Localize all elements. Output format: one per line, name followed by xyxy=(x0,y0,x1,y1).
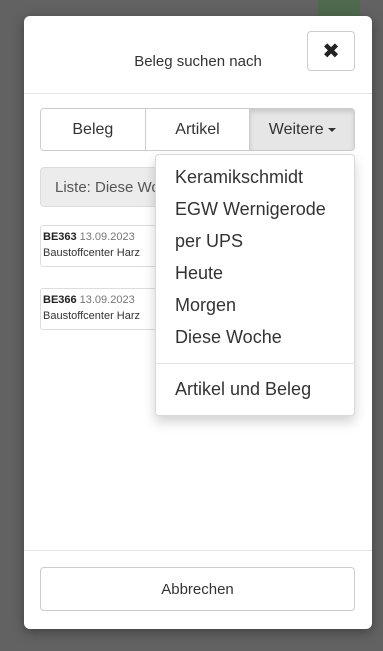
tab-artikel[interactable]: Artikel xyxy=(144,109,250,150)
tab-weitere-dropdown[interactable]: Weitere xyxy=(249,109,354,150)
modal-header: Beleg suchen nach ✖ xyxy=(24,16,372,94)
menu-item-per-ups[interactable]: per UPS xyxy=(156,225,354,257)
document-id: BE366 xyxy=(43,294,77,306)
menu-divider xyxy=(156,363,354,364)
tab-label: Artikel xyxy=(175,120,220,138)
menu-item-morgen[interactable]: Morgen xyxy=(156,289,354,321)
menu-item-keramikschmidt[interactable]: Keramikschmidt xyxy=(156,161,354,193)
close-icon: ✖ xyxy=(322,39,340,63)
tab-label: Beleg xyxy=(72,120,114,138)
cancel-label: Abbrechen xyxy=(161,580,234,598)
menu-item-egw-wernigerode[interactable]: EGW Wernigerode xyxy=(156,193,354,225)
tab-beleg[interactable]: Beleg xyxy=(41,109,145,150)
menu-item-heute[interactable]: Heute xyxy=(156,257,354,289)
cancel-button[interactable]: Abbrechen xyxy=(40,567,355,611)
background-strip xyxy=(318,0,360,16)
modal-footer: Abbrechen xyxy=(24,550,372,629)
chevron-down-icon xyxy=(327,127,336,132)
document-id: BE363 xyxy=(43,231,77,243)
menu-item-artikel-und-beleg[interactable]: Artikel und Beleg xyxy=(156,373,354,405)
document-date: 13.09.2023 xyxy=(79,294,135,306)
close-button[interactable]: ✖ xyxy=(307,31,355,71)
document-date: 13.09.2023 xyxy=(79,231,135,243)
tab-label: Weitere xyxy=(268,120,324,138)
menu-item-diese-woche[interactable]: Diese Woche xyxy=(156,321,354,353)
search-type-tabs: Beleg Artikel Weitere xyxy=(40,108,355,151)
weitere-dropdown-menu: Keramikschmidt EGW Wernigerode per UPS H… xyxy=(155,154,355,416)
